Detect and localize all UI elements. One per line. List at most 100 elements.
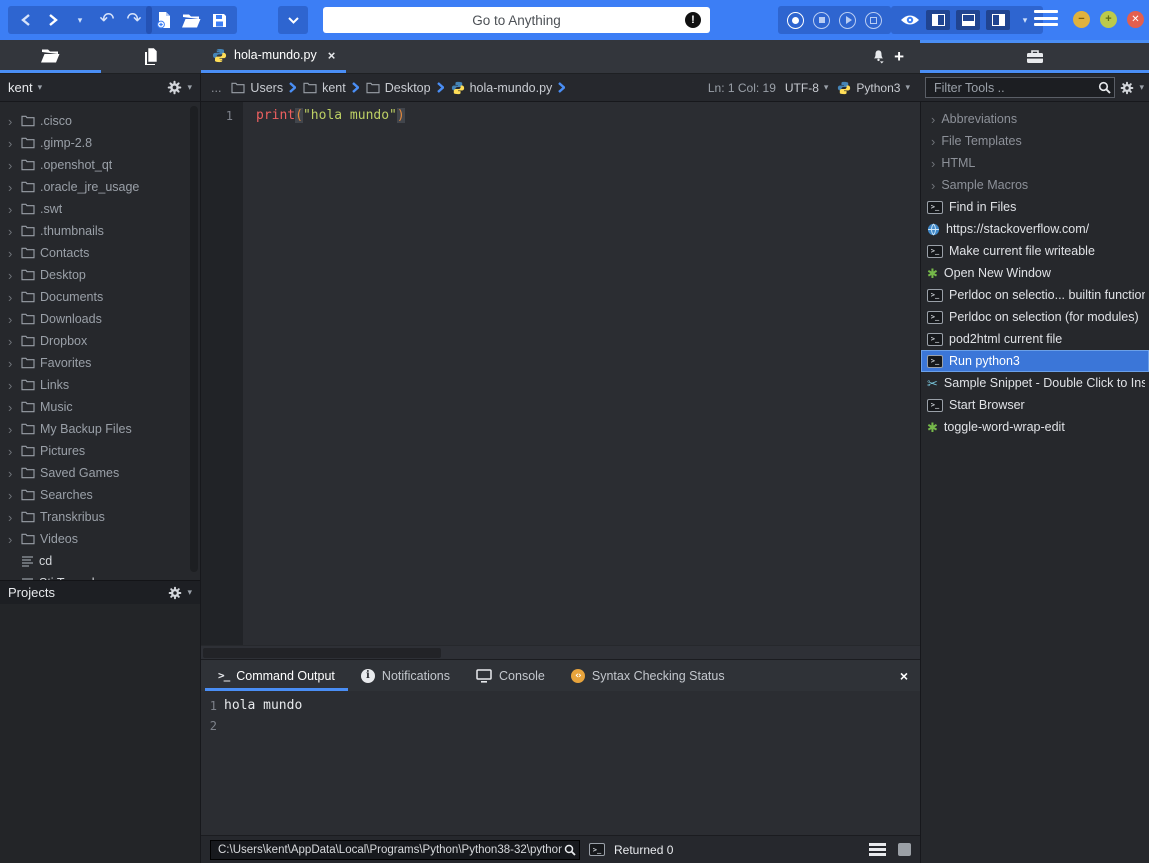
file-tree-row[interactable]: › My Backup Files [0, 418, 200, 440]
search-icon[interactable] [564, 844, 576, 856]
vertical-scrollbar[interactable] [190, 106, 198, 572]
code-editor[interactable]: 1 print("hola mundo") [201, 102, 920, 645]
forward-button[interactable] [44, 8, 62, 32]
bottom-tab[interactable]: >_ i ‹› Notifications [348, 660, 463, 691]
file-tree-row[interactable]: › Videos [0, 528, 200, 550]
scrollbar-thumb[interactable] [203, 648, 441, 658]
breadcrumb-item[interactable]: kent [303, 81, 360, 95]
file-tree-row[interactable]: › cd [0, 550, 200, 572]
command-output-area[interactable]: 1 hola mundo 2 [201, 691, 920, 835]
toolbox-item[interactable]: › >_ ✱ ✂ https://stackoverflow.com/ [921, 218, 1149, 240]
back-button[interactable] [17, 8, 35, 32]
minimize-button[interactable]: − [1073, 11, 1090, 28]
bottom-pane-toggle[interactable] [956, 10, 980, 30]
macro-play-button[interactable] [839, 12, 856, 29]
bottom-tab[interactable]: >_ i ‹› Command Output [205, 660, 348, 691]
file-tree-row[interactable]: › .oracle_jre_usage [0, 176, 200, 198]
file-tree-row[interactable]: › .openshot_qt [0, 154, 200, 176]
history-caret-icon[interactable]: ▾ [71, 8, 89, 32]
open-file-button[interactable] [182, 8, 201, 32]
panel-layout-icon[interactable] [898, 843, 911, 856]
bottom-tab[interactable]: >_ i ‹› Console [463, 660, 558, 691]
goto-anything-input[interactable] [323, 7, 710, 33]
tab-open-files[interactable] [101, 40, 202, 73]
file-tree-row[interactable]: › Searches [0, 484, 200, 506]
command-path-input[interactable] [216, 843, 564, 857]
file-tree-row[interactable]: › Saved Games [0, 462, 200, 484]
projects-header[interactable]: Projects ▾ [0, 580, 200, 604]
chevron-down-icon[interactable]: ▾ [1139, 83, 1144, 92]
maximize-button[interactable]: + [1100, 11, 1117, 28]
file-tree-row[interactable]: › Music [0, 396, 200, 418]
split-view-button[interactable] [871, 49, 886, 64]
breadcrumb-overflow[interactable]: ... [211, 81, 221, 95]
file-tree-row[interactable]: › .cisco [0, 110, 200, 132]
language-selector[interactable]: Python3 ▾ [837, 81, 910, 95]
chevron-down-icon[interactable]: ▾ [187, 83, 192, 92]
code-line[interactable]: print("hola mundo") [243, 102, 405, 645]
breadcrumb-item[interactable]: Users [231, 81, 297, 95]
gear-icon[interactable] [167, 80, 182, 95]
file-tree-row[interactable]: › Links [0, 374, 200, 396]
encoding-selector[interactable]: UTF-8 ▾ [785, 81, 829, 95]
file-tree-row[interactable]: › Contacts [0, 242, 200, 264]
toolbar-dropdown-button[interactable] [278, 6, 308, 34]
gear-icon[interactable] [1120, 81, 1134, 95]
toolbox-item[interactable]: › >_ ✱ ✂ Sample Macros [921, 174, 1149, 196]
undo-button[interactable]: ↶ [98, 8, 116, 32]
file-tree-row[interactable]: › .gimp-2.8 [0, 132, 200, 154]
gear-icon[interactable] [168, 586, 182, 600]
preview-button[interactable] [900, 8, 920, 32]
right-pane-toggle[interactable] [986, 10, 1010, 30]
toolbox-item[interactable]: › >_ ✱ ✂ Find in Files [921, 196, 1149, 218]
toolbox-item[interactable]: › >_ ✱ ✂ Perldoc on selection (for modul… [921, 306, 1149, 328]
breadcrumb-item[interactable]: hola-mundo.py [451, 81, 567, 95]
file-tree-row[interactable]: › Transkribus [0, 506, 200, 528]
tab-close-icon[interactable]: × [328, 48, 336, 63]
pane-caret-icon[interactable]: ▾ [1016, 8, 1034, 32]
bottom-tab[interactable]: >_ i ‹› Syntax Checking Status [558, 660, 738, 691]
macro-stop-button[interactable] [813, 12, 830, 29]
file-tree-row[interactable]: › .thumbnails [0, 220, 200, 242]
tab-toolbox[interactable] [920, 40, 1149, 73]
places-root-selector[interactable]: kent [8, 80, 33, 95]
new-tab-button[interactable]: + [890, 48, 908, 65]
toolbox-item[interactable]: › >_ ✱ ✂ Make current file writeable [921, 240, 1149, 262]
tab-places[interactable] [0, 40, 101, 73]
toolbox-item[interactable]: › >_ ✱ ✂ toggle-word-wrap-edit [921, 416, 1149, 438]
file-tree-row[interactable]: › Pictures [0, 440, 200, 462]
breadcrumb-item[interactable]: Desktop [366, 81, 445, 95]
toolbox-item[interactable]: › >_ ✱ ✂ Perldoc on selectio... builtin … [921, 284, 1149, 306]
file-tree-row[interactable]: › .swt [0, 198, 200, 220]
chevron-down-icon[interactable]: ▾ [38, 83, 43, 92]
editor-tab-hola-mundo[interactable]: hola-mundo.py × [201, 40, 346, 73]
file-tree-row[interactable]: › Documents [0, 286, 200, 308]
chevron-down-icon[interactable]: ▾ [187, 588, 192, 597]
left-pane-toggle[interactable] [926, 10, 950, 30]
file-tree-row[interactable]: › Dropbox [0, 330, 200, 352]
toolbox-item[interactable]: › >_ ✱ ✂ Sample Snippet - Double Click t… [921, 372, 1149, 394]
toolbox-item[interactable]: › >_ ✱ ✂ File Templates [921, 130, 1149, 152]
toolbox-panel[interactable]: › >_ ✱ ✂ Abbreviations › >_ [920, 102, 1149, 863]
close-button[interactable]: ✕ [1127, 11, 1144, 28]
horizontal-scrollbar[interactable] [201, 645, 920, 659]
toolbox-item[interactable]: › >_ ✱ ✂ HTML [921, 152, 1149, 174]
filter-tools-input[interactable] [932, 80, 1098, 96]
output-menu-icon[interactable] [869, 843, 886, 856]
macro-save-button[interactable] [865, 12, 882, 29]
toolbox-item[interactable]: › >_ ✱ ✂ Run python3 [921, 350, 1149, 372]
toolbox-item[interactable]: › >_ ✱ ✂ Open New Window [921, 262, 1149, 284]
file-tree-row[interactable]: › Favorites [0, 352, 200, 374]
menu-button[interactable] [1034, 10, 1058, 26]
close-panel-icon[interactable]: × [900, 660, 920, 691]
file-tree-row[interactable]: › Downloads [0, 308, 200, 330]
alert-icon[interactable]: ! [685, 12, 701, 28]
toolbox-item[interactable]: › >_ ✱ ✂ Abbreviations [921, 108, 1149, 130]
toolbox-item[interactable]: › >_ ✱ ✂ Start Browser [921, 394, 1149, 416]
file-tree[interactable]: › .cisco › .gimp-2.8 [0, 102, 200, 580]
new-file-button[interactable] [155, 8, 173, 32]
file-tree-row[interactable]: › Desktop [0, 264, 200, 286]
save-button[interactable] [210, 8, 228, 32]
file-tree-row[interactable]: › Sti Trace log [0, 572, 200, 580]
toolbox-item[interactable]: › >_ ✱ ✂ pod2html current file [921, 328, 1149, 350]
